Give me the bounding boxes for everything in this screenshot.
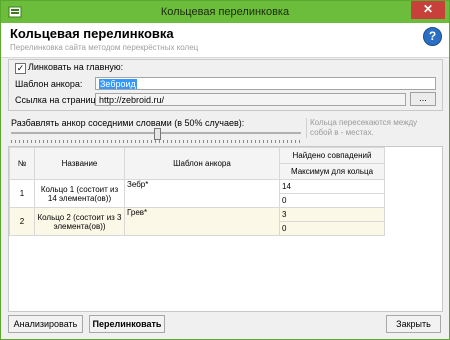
window-title: Кольцевая перелинковка bbox=[160, 6, 290, 18]
dilute-slider-ticks bbox=[11, 140, 301, 143]
title-bar[interactable]: Кольцевая перелинковка ✕ bbox=[1, 1, 449, 23]
analyze-button[interactable]: Анализировать bbox=[8, 315, 83, 333]
anchor-template-input[interactable]: Зеброид bbox=[95, 77, 436, 90]
anchor-template-label: Шаблон анкора: bbox=[15, 79, 83, 89]
row-max[interactable]: 0 bbox=[279, 221, 385, 236]
row-template[interactable]: Грев* bbox=[124, 207, 280, 236]
close-window-button[interactable]: ✕ bbox=[411, 1, 445, 19]
table-row[interactable]: 2 Кольцо 2 (состоит из 3 элемента(ов)) Г… bbox=[9, 207, 385, 236]
dilute-slider-thumb[interactable] bbox=[154, 128, 161, 140]
anchor-template-value: Зеброид bbox=[99, 79, 137, 89]
col-found-header[interactable]: Найдено совпадений bbox=[279, 147, 385, 164]
link-button[interactable]: Перелинковать bbox=[89, 315, 165, 333]
col-name-header[interactable]: Название bbox=[34, 147, 125, 180]
col-max-header[interactable]: Максимум для кольца bbox=[279, 163, 385, 180]
page-url-input[interactable]: http://zebroid.ru/ bbox=[95, 93, 406, 106]
header-title: Кольцевая перелинковка bbox=[10, 26, 174, 41]
browse-button[interactable]: ... bbox=[410, 92, 436, 106]
row-max[interactable]: 0 bbox=[279, 193, 385, 208]
link-home-label: Линковать на главную: bbox=[28, 62, 124, 72]
page-url-label: Ссылка на страницу: bbox=[15, 95, 103, 105]
help-icon[interactable]: ? bbox=[423, 27, 442, 46]
header-panel: Кольцевая перелинковка Перелинковка сайт… bbox=[1, 23, 449, 58]
row-found[interactable]: 3 bbox=[279, 207, 385, 222]
main-window: Кольцевая перелинковка ✕ Кольцевая перел… bbox=[0, 0, 450, 340]
row-found[interactable]: 14 bbox=[279, 179, 385, 194]
link-home-checkbox[interactable]: ✓ bbox=[15, 63, 26, 74]
row-num: 1 bbox=[9, 179, 35, 208]
header-subtitle: Перелинковка сайта методом перекрёстных … bbox=[10, 43, 199, 52]
rings-intersection-hint: Кольца пересекаются между собой в - мест… bbox=[306, 118, 440, 138]
rings-table: № Название Шаблон анкора Найдено совпаде… bbox=[8, 146, 443, 312]
col-template-header[interactable]: Шаблон анкора bbox=[124, 147, 280, 180]
col-num-header[interactable]: № bbox=[9, 147, 35, 180]
row-template[interactable]: Зебр* bbox=[124, 179, 280, 208]
close-button[interactable]: Закрыть bbox=[386, 315, 441, 333]
link-settings-group: ✓ Линковать на главную: Шаблон анкора: З… bbox=[8, 59, 443, 111]
dilute-anchor-label: Разбавлять анкор соседними словами (в 50… bbox=[11, 118, 245, 128]
table-row[interactable]: 1 Кольцо 1 (состоит из 14 элемента(ов)) … bbox=[9, 179, 385, 208]
row-name: Кольцо 1 (состоит из 14 элемента(ов)) bbox=[34, 179, 125, 208]
row-num: 2 bbox=[9, 207, 35, 236]
row-name: Кольцо 2 (состоит из 3 элемента(ов)) bbox=[34, 207, 125, 236]
